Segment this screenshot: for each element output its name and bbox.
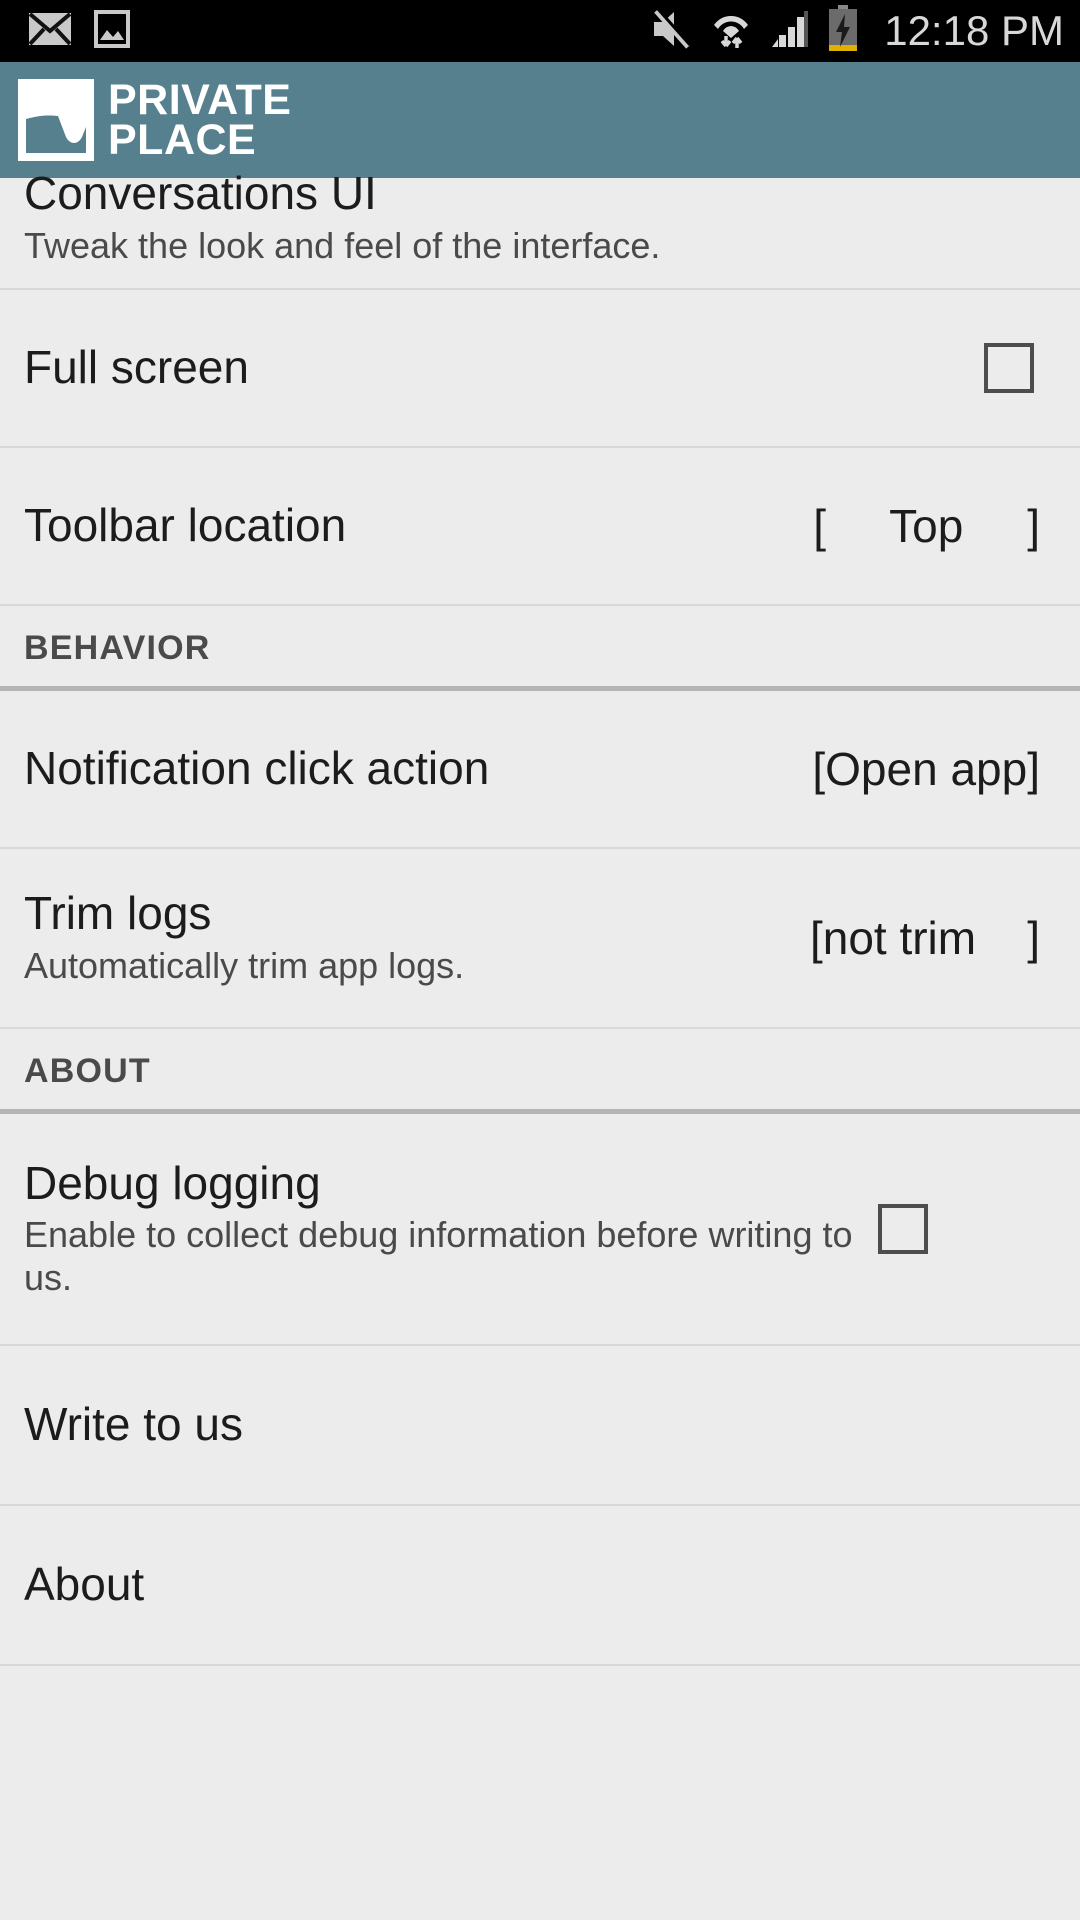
- row-title: Notification click action: [24, 742, 490, 795]
- settings-row-write-to-us[interactable]: Write to us: [0, 1346, 1080, 1504]
- row-text-block: Notification click action: [24, 742, 788, 795]
- section-header-about: ABOUT: [0, 1029, 1080, 1109]
- row-subtitle: Automatically trim app logs.: [24, 944, 465, 986]
- section-header-label: ABOUT: [24, 1052, 151, 1090]
- row-title: Debug logging: [24, 1156, 321, 1209]
- row-title: About: [24, 1558, 145, 1611]
- row-text-block: Toolbar location: [24, 499, 789, 552]
- settings-row-debug-logging[interactable]: Debug logging Enable to collect debug in…: [0, 1114, 1080, 1344]
- private-place-logo-icon: [18, 79, 94, 161]
- mail-icon: [28, 11, 72, 51]
- status-bar-notification-icons: [28, 9, 130, 53]
- app-bar: PRIVATE PLACE: [0, 62, 1080, 178]
- toolbar-location-value[interactable]: [ Top ]: [813, 499, 1040, 553]
- trim-logs-value[interactable]: [not trim ]: [810, 911, 1040, 965]
- divider: [0, 1664, 1080, 1666]
- section-header-behavior: BEHAVIOR: [0, 606, 1080, 686]
- app-title-line2: PLACE: [108, 116, 257, 164]
- full-screen-checkbox[interactable]: [984, 343, 1034, 393]
- wifi-icon: [708, 6, 754, 57]
- row-text-block: Debug logging Enable to collect debug in…: [24, 1156, 854, 1300]
- row-text-block: Full screen: [24, 341, 960, 394]
- row-text-block: About: [24, 1558, 1040, 1611]
- notification-click-action-value[interactable]: [Open app]: [812, 742, 1040, 796]
- row-title: Full screen: [24, 341, 249, 394]
- row-title: Write to us: [24, 1398, 243, 1451]
- section-header-label: BEHAVIOR: [24, 629, 211, 667]
- settings-row-notification-click-action[interactable]: Notification click action [Open app]: [0, 691, 1080, 847]
- battery-charging-icon: [826, 4, 860, 58]
- settings-row-toolbar-location[interactable]: Toolbar location [ Top ]: [0, 448, 1080, 604]
- row-title: Toolbar location: [24, 499, 347, 552]
- app-logo: PRIVATE PLACE: [18, 79, 291, 161]
- row-subtitle: Enable to collect debug information befo…: [24, 1214, 853, 1298]
- mute-icon: [648, 7, 694, 56]
- phone-screen: 12:18 PM PRIVATE PLACE Conversations UI …: [0, 0, 1080, 1920]
- row-text-block: Trim logs Automatically trim app logs.: [24, 886, 786, 987]
- app-title: PRIVATE PLACE: [108, 76, 292, 164]
- row-title: Conversations UI: [24, 166, 377, 219]
- image-icon: [94, 9, 130, 53]
- row-text-block: Write to us: [24, 1398, 1040, 1451]
- settings-row-trim-logs[interactable]: Trim logs Automatically trim app logs. […: [0, 849, 1080, 1027]
- settings-list[interactable]: Conversations UI Tweak the look and feel…: [0, 168, 1080, 1666]
- row-title: Trim logs: [24, 886, 212, 939]
- row-text-block: Conversations UI Tweak the look and feel…: [24, 168, 1040, 267]
- settings-row-about[interactable]: About: [0, 1506, 1080, 1664]
- row-subtitle: Tweak the look and feel of the interface…: [24, 224, 661, 266]
- status-bar-system-icons: 12:18 PM: [648, 4, 1064, 58]
- settings-row-full-screen[interactable]: Full screen: [0, 290, 1080, 446]
- signal-icon: [768, 7, 812, 56]
- debug-logging-checkbox[interactable]: [878, 1204, 928, 1254]
- settings-row-conversations-ui[interactable]: Conversations UI Tweak the look and feel…: [0, 168, 1080, 288]
- status-bar-clock: 12:18 PM: [884, 7, 1064, 54]
- app-title-line1: PRIVATE: [108, 76, 292, 125]
- status-bar: 12:18 PM: [0, 0, 1080, 62]
